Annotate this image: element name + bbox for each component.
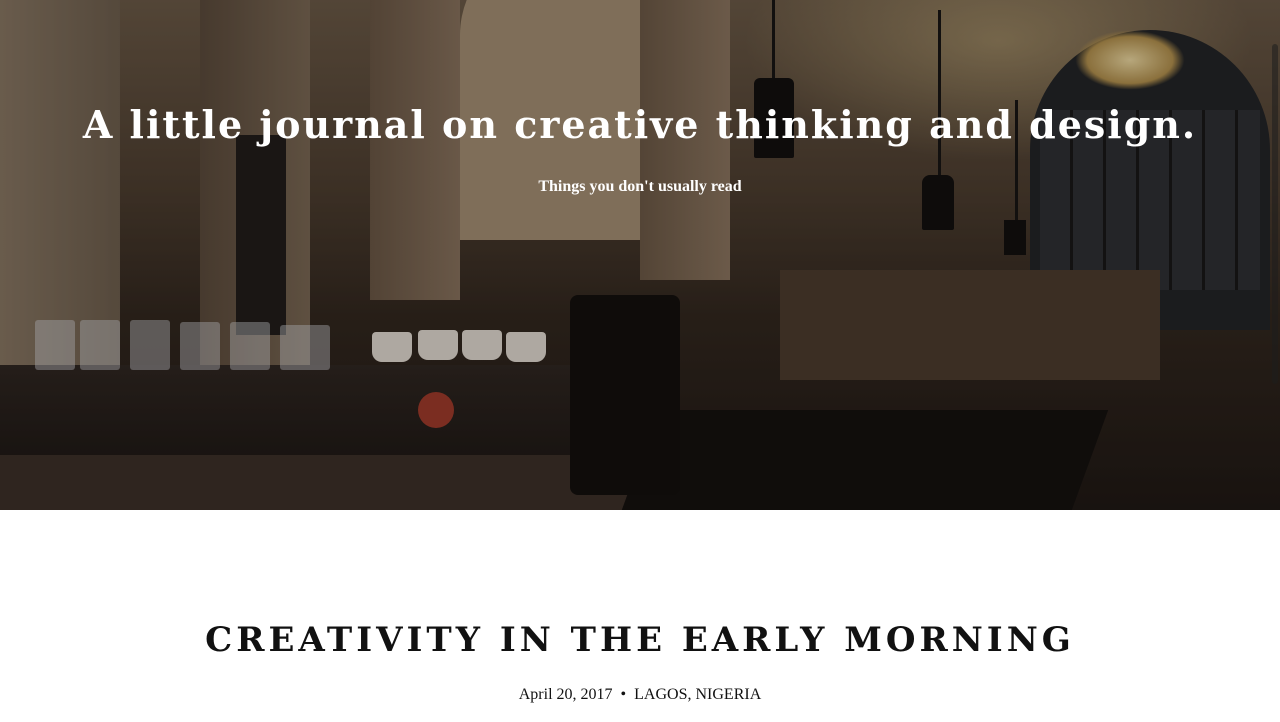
hero-title: A little journal on creative thinking an… <box>82 102 1198 147</box>
hero-banner: A little journal on creative thinking an… <box>0 0 1280 510</box>
post-location: LAGOS, NIGERIA <box>634 686 762 703</box>
hero-subtitle: Things you don't usually read <box>538 178 742 195</box>
scrollbar-thumb[interactable] <box>1272 44 1278 384</box>
post-title[interactable]: CREATIVITY IN THE EARLY MORNING <box>0 620 1280 660</box>
post-preview: CREATIVITY IN THE EARLY MORNING April 20… <box>0 620 1280 704</box>
post-meta: April 20, 2017 • LAGOS, NIGERIA <box>0 686 1280 704</box>
post-date: April 20, 2017 <box>518 686 613 703</box>
hero-overlay <box>0 0 1280 510</box>
meta-separator: • <box>620 686 627 703</box>
